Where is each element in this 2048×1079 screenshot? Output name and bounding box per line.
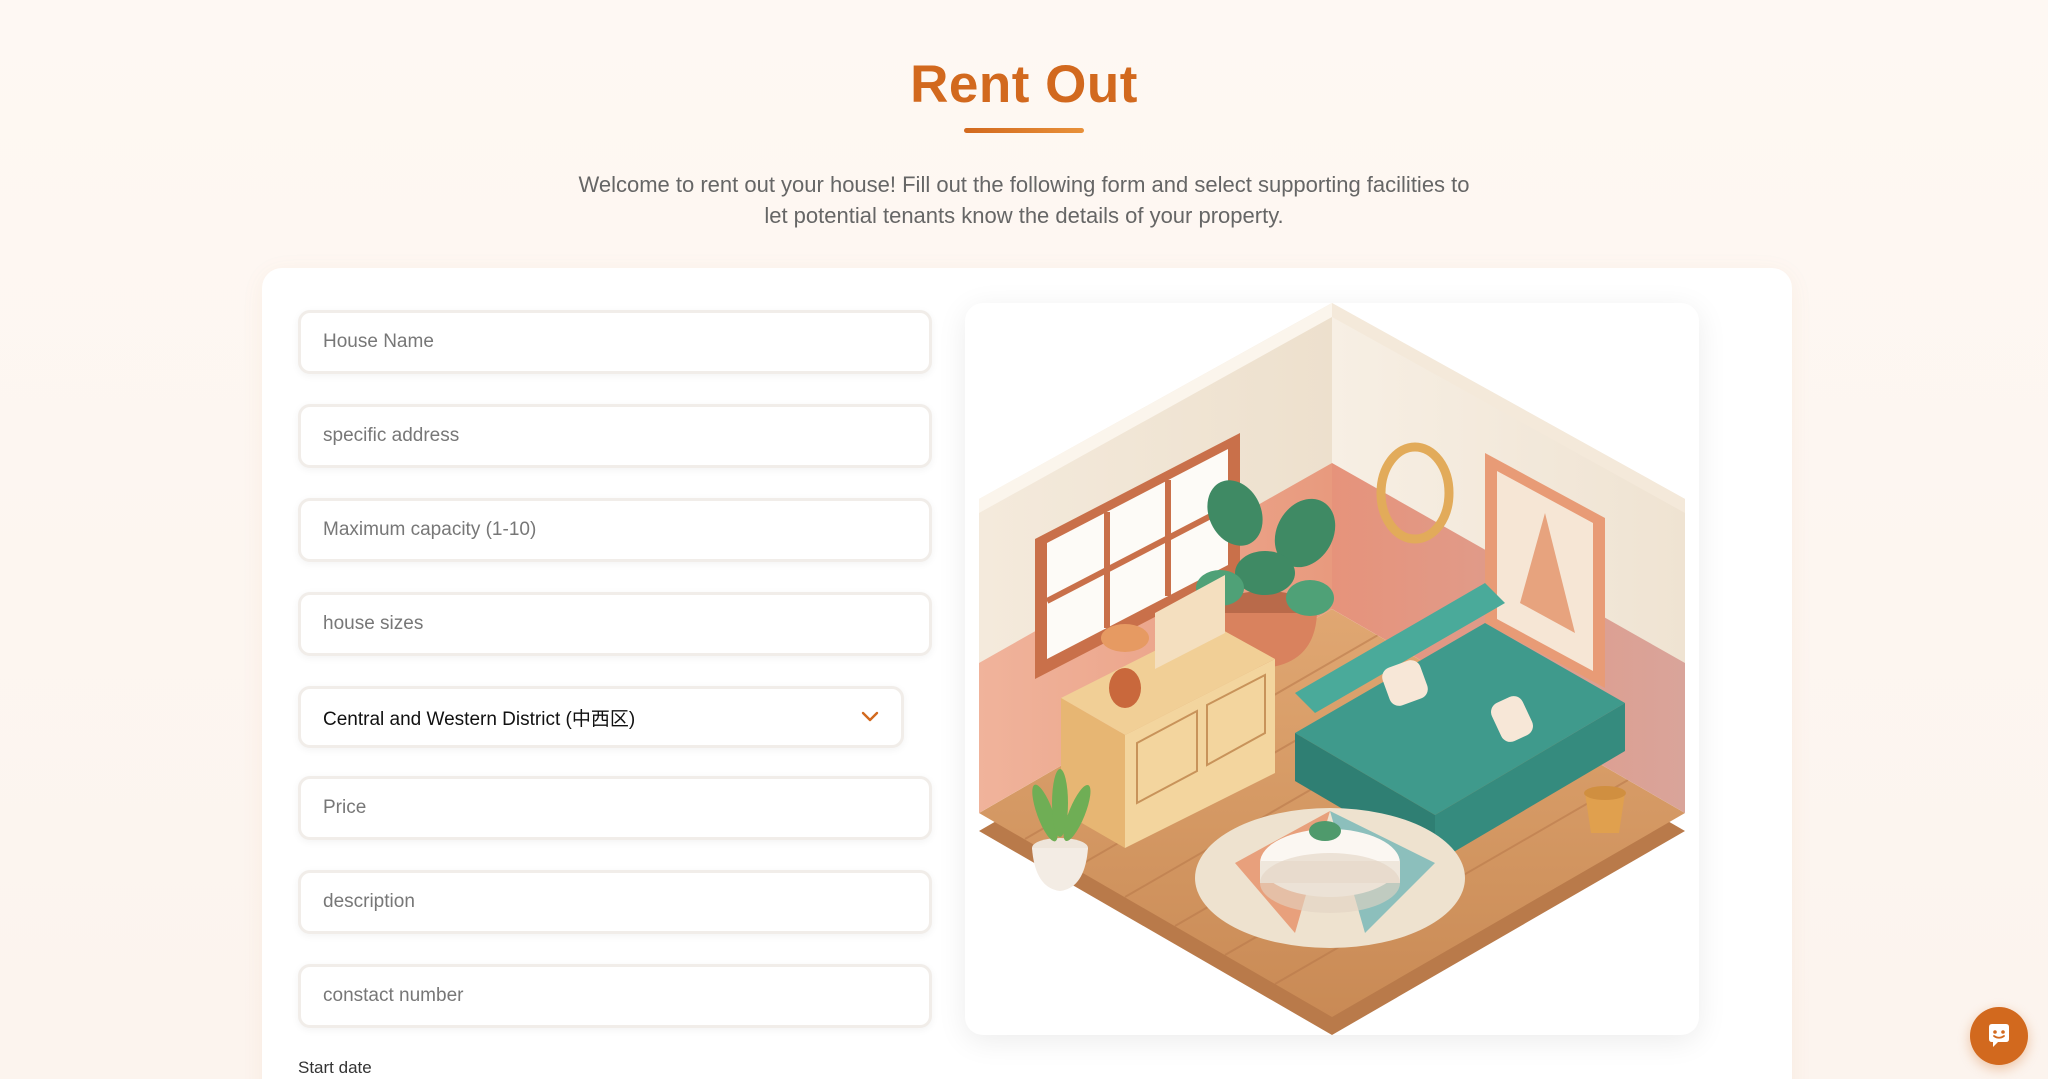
isometric-room-image	[979, 303, 1685, 1035]
capacity-input[interactable]	[323, 519, 907, 541]
price-field	[298, 776, 932, 840]
price-input[interactable]	[323, 797, 907, 819]
address-input[interactable]	[323, 425, 907, 447]
rent-out-form: Central and Western District (中西区) Start…	[298, 310, 932, 1078]
capacity-field	[298, 498, 932, 562]
district-select-value: Central and Western District (中西区)	[323, 708, 636, 730]
title-underline	[964, 128, 1084, 133]
house-name-field	[298, 310, 932, 374]
house-name-input[interactable]	[323, 331, 907, 353]
chevron-down-icon	[861, 711, 879, 722]
page-title: Rent Out	[910, 55, 1138, 114]
contact-number-field	[298, 964, 932, 1028]
description-input[interactable]	[323, 891, 907, 913]
address-field	[298, 404, 932, 468]
contact-number-input[interactable]	[323, 985, 907, 1007]
chat-button[interactable]	[1970, 1007, 2028, 1065]
house-size-input[interactable]	[323, 613, 907, 635]
house-size-field	[298, 592, 932, 656]
page-header: Rent Out Welcome to rent out your house!…	[0, 0, 2048, 231]
chat-bubble-icon	[1989, 1024, 2009, 1047]
description-field	[298, 870, 932, 934]
room-illustration	[965, 303, 1699, 1035]
page-subtitle: Welcome to rent out your house! Fill out…	[578, 172, 1470, 228]
district-select[interactable]: Central and Western District (中西区)	[298, 686, 904, 748]
rent-out-card: Central and Western District (中西区) Start…	[262, 268, 1792, 1079]
start-date-label: Start date	[298, 1058, 372, 1077]
